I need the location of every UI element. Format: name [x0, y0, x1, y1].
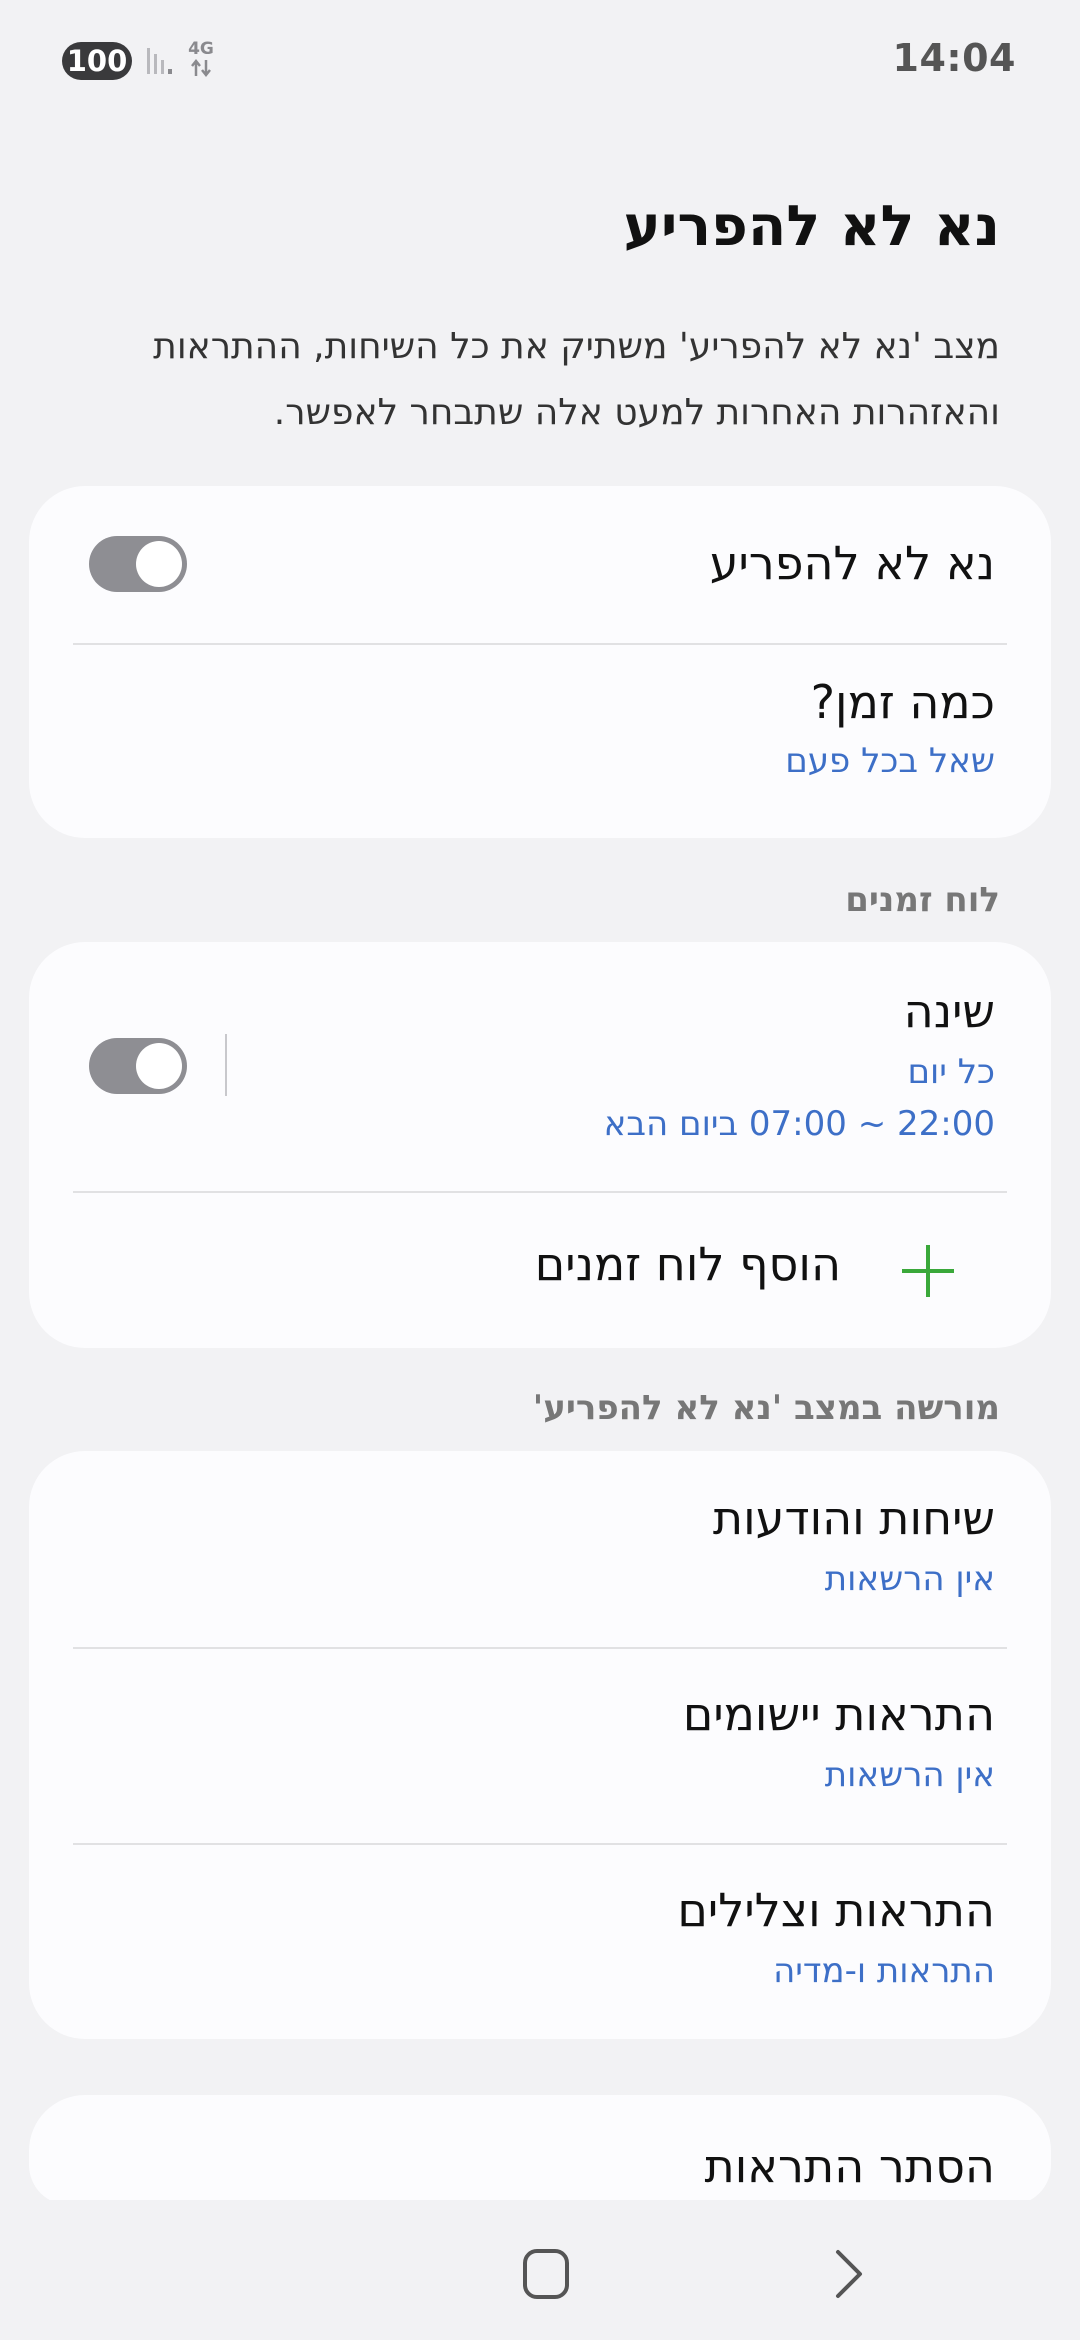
back-icon[interactable] — [830, 2248, 866, 2300]
alarms-sounds-title: התראות וצלילים — [677, 1883, 995, 1937]
duration-value: שאל בכל פעם — [785, 741, 995, 781]
navigation-bar — [0, 2200, 1080, 2340]
duration-row[interactable]: כמה זמן? שאל בכל פעם — [29, 645, 1051, 838]
signal-icon — [147, 48, 172, 74]
switch-knob — [136, 1043, 182, 1089]
page-title: נא לא להפריע — [623, 194, 1000, 259]
dnd-label: נא לא להפריע — [709, 536, 995, 590]
schedule-section-label: לוח זמנים — [845, 880, 1000, 920]
app-notifications-row[interactable]: התראות יישומים אין הרשאות — [29, 1649, 1051, 1843]
alarms-sounds-value: התראות ו-מדיה — [773, 1951, 995, 1991]
plus-icon — [902, 1245, 954, 1297]
battery-indicator: 100 — [62, 42, 132, 80]
hide-notifications-row[interactable]: הסתר התראות — [29, 2095, 1051, 2205]
duration-label: כמה זמן? — [810, 675, 995, 729]
status-bar: 100 4G 14:04 — [0, 0, 1080, 120]
add-schedule-row[interactable]: הוסף לוח זמנים — [29, 1193, 1051, 1348]
switch-knob — [136, 541, 182, 587]
calls-messages-row[interactable]: שיחות והודעות אין הרשאות — [29, 1451, 1051, 1647]
calls-messages-value: אין הרשאות — [824, 1559, 995, 1599]
app-notifications-title: התראות יישומים — [682, 1687, 995, 1741]
calls-messages-title: שיחות והודעות — [712, 1491, 995, 1545]
network-type-icon: 4G — [186, 40, 216, 82]
app-notifications-value: אין הרשאות — [824, 1755, 995, 1795]
dnd-switch[interactable] — [89, 536, 187, 592]
schedule-switch[interactable] — [89, 1038, 187, 1094]
allowed-card: שיחות והודעות אין הרשאות התראות יישומים … — [29, 1451, 1051, 2039]
home-icon[interactable] — [522, 2248, 570, 2300]
data-arrows-icon — [191, 58, 211, 78]
dnd-toggle-row[interactable]: נא לא להפריע — [29, 486, 1051, 644]
schedule-time-range: 22:00 ~ 07:00 ביום הבא — [603, 1104, 995, 1144]
dnd-main-card: נא לא להפריע כמה זמן? שאל בכל פעם — [29, 486, 1051, 838]
network-type-label: 4G — [188, 39, 214, 59]
allowed-section-label: מורשה במצב 'נא לא להפריע' — [532, 1388, 1000, 1428]
alarms-sounds-row[interactable]: התראות וצלילים התראות ו-מדיה — [29, 1845, 1051, 2039]
vertical-separator — [225, 1034, 227, 1096]
add-schedule-label: הוסף לוח זמנים — [534, 1237, 841, 1291]
schedule-name: שינה — [903, 984, 995, 1038]
clock: 14:04 — [892, 36, 1016, 80]
schedule-item-sleep[interactable]: שינה כל יום 22:00 ~ 07:00 ביום הבא — [29, 942, 1051, 1192]
hide-notifications-title: הסתר התראות — [704, 2139, 996, 2193]
hide-notifications-card: הסתר התראות — [29, 2095, 1051, 2205]
schedule-card: שינה כל יום 22:00 ~ 07:00 ביום הבא הוסף … — [29, 942, 1051, 1348]
page-description: מצב 'נא לא להפריע' משתיק את כל השיחות, ה… — [153, 326, 1000, 433]
schedule-days: כל יום — [907, 1052, 995, 1092]
